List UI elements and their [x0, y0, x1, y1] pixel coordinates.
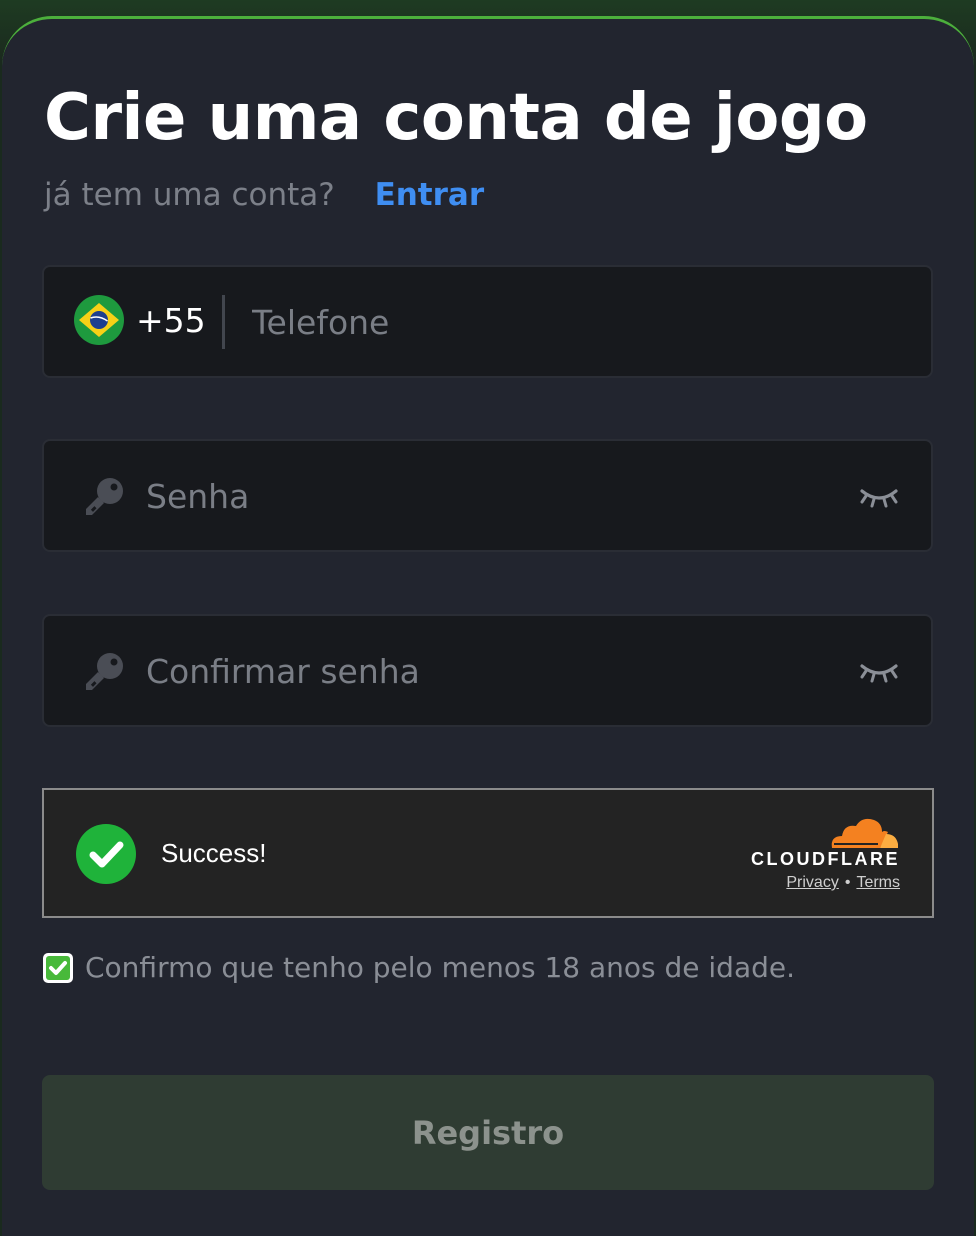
cloudflare-wordmark: CLOUDFLARE	[751, 849, 900, 869]
cloudflare-logo-icon	[831, 818, 898, 848]
terms-link[interactable]: Terms	[856, 874, 900, 891]
key-icon	[86, 478, 123, 515]
key-icon	[86, 653, 123, 690]
register-button[interactable]: Registro	[42, 1075, 934, 1190]
password-field	[42, 439, 933, 552]
login-prompt-text: já tem uma conta?	[44, 177, 335, 213]
success-check-icon	[76, 824, 136, 884]
cloudflare-captcha[interactable]: Success! CLOUDFLARE Privacy • Terms	[42, 788, 934, 918]
cloudflare-links: Privacy • Terms	[786, 874, 900, 892]
page-title: Crie uma conta de jogo	[44, 81, 868, 155]
captcha-status: Success!	[161, 838, 267, 868]
brazil-flag-icon[interactable]	[74, 295, 124, 345]
eye-closed-icon[interactable]	[859, 483, 899, 509]
dial-code[interactable]: +55	[136, 301, 206, 340]
age-confirm-label: Confirmo que tenho pelo menos 18 anos de…	[85, 951, 796, 984]
eye-closed-icon[interactable]	[859, 658, 899, 684]
login-link[interactable]: Entrar	[375, 177, 485, 213]
checkbox-checked-icon[interactable]	[42, 952, 74, 984]
confirm-password-field	[42, 614, 933, 727]
field-divider	[222, 295, 225, 349]
password-input[interactable]	[144, 465, 828, 527]
links-separator: •	[844, 874, 851, 891]
privacy-link[interactable]: Privacy	[786, 874, 838, 891]
login-prompt: já tem uma conta? Entrar	[44, 177, 484, 213]
phone-input[interactable]	[250, 291, 894, 353]
confirm-password-input[interactable]	[144, 640, 828, 702]
phone-field: +55	[42, 265, 933, 378]
